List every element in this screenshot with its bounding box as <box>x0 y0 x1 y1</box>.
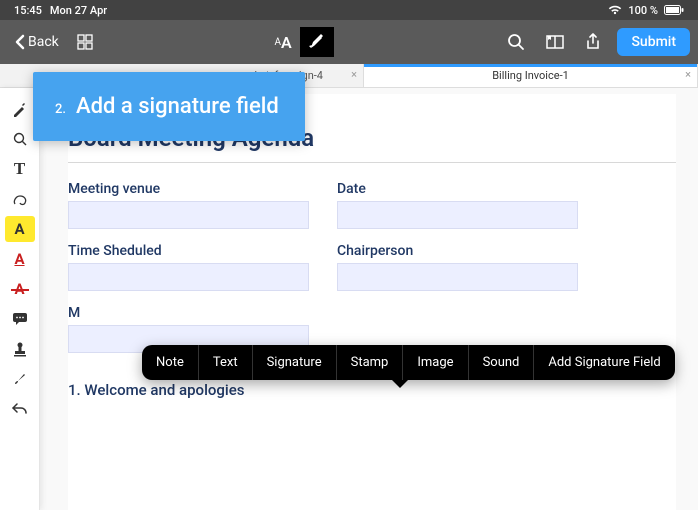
menu-note[interactable]: Note <box>142 345 199 380</box>
document-area: Board Meeting Agenda Meeting venue Date … <box>68 94 676 510</box>
menu-stamp[interactable]: Stamp <box>337 345 404 380</box>
app-toolbar: Back AA Submit <box>0 20 698 64</box>
context-menu: Note Text Signature Stamp Image Sound Ad… <box>142 345 675 380</box>
comment-icon[interactable] <box>5 306 35 332</box>
menu-sound[interactable]: Sound <box>469 345 535 380</box>
agenda-item-1: 1. Welcome and apologies <box>68 381 676 399</box>
text-t-icon[interactable]: T <box>5 156 35 182</box>
minute-label: M <box>68 305 309 321</box>
menu-add-signature-field[interactable]: Add Signature Field <box>534 345 674 380</box>
magnifier-icon[interactable] <box>5 126 35 152</box>
chair-input[interactable] <box>337 263 578 291</box>
tab-1[interactable]: Billing Invoice-1 × <box>364 64 698 87</box>
underline-a-icon[interactable]: A <box>5 246 35 272</box>
date-input[interactable] <box>337 201 578 229</box>
menu-text[interactable]: Text <box>199 345 253 380</box>
stamp-icon[interactable] <box>5 336 35 362</box>
divider <box>68 162 676 163</box>
chair-label: Chairperson <box>337 243 578 259</box>
tab-close-icon[interactable]: × <box>685 68 691 81</box>
back-button[interactable]: Back <box>8 30 65 54</box>
bookmarks-button[interactable] <box>541 30 569 54</box>
battery-percent: 100 % <box>628 4 658 17</box>
callout-step: 2. <box>55 102 66 117</box>
search-button[interactable] <box>503 29 529 55</box>
venue-label: Meeting venue <box>68 181 309 197</box>
back-label: Back <box>28 34 59 50</box>
tab-close-icon[interactable]: × <box>351 68 357 81</box>
pen-icon[interactable] <box>5 96 35 122</box>
submit-button[interactable]: Submit <box>617 28 690 56</box>
share-button[interactable] <box>581 29 605 55</box>
menu-signature[interactable]: Signature <box>253 345 337 380</box>
annotate-button[interactable] <box>300 27 334 57</box>
undo-icon[interactable] <box>5 396 35 422</box>
status-bar: 15:45 Mon 27 Apr 100 % <box>0 0 698 20</box>
grid-view-button[interactable] <box>73 30 97 54</box>
tab-label: Billing Invoice-1 <box>492 69 569 82</box>
tutorial-callout: 2. Add a signature field <box>33 72 305 141</box>
venue-input[interactable] <box>68 201 309 229</box>
date-label: Date <box>337 181 578 197</box>
font-size-button[interactable]: AA <box>266 27 300 57</box>
time-label: Time Sheduled <box>68 243 309 259</box>
menu-image[interactable]: Image <box>403 345 468 380</box>
wifi-icon <box>608 5 622 15</box>
time-input[interactable] <box>68 263 309 291</box>
status-time: 15:45 <box>14 4 42 17</box>
lasso-icon[interactable] <box>5 186 35 212</box>
callout-text: Add a signature field <box>76 94 279 119</box>
highlight-a-icon[interactable]: A <box>5 216 35 242</box>
tool-sidebar: T A A A <box>0 88 40 510</box>
battery-icon <box>664 5 684 15</box>
brush-icon[interactable] <box>5 366 35 392</box>
status-date: Mon 27 Apr <box>50 4 107 17</box>
strike-a-icon[interactable]: A <box>5 276 35 302</box>
